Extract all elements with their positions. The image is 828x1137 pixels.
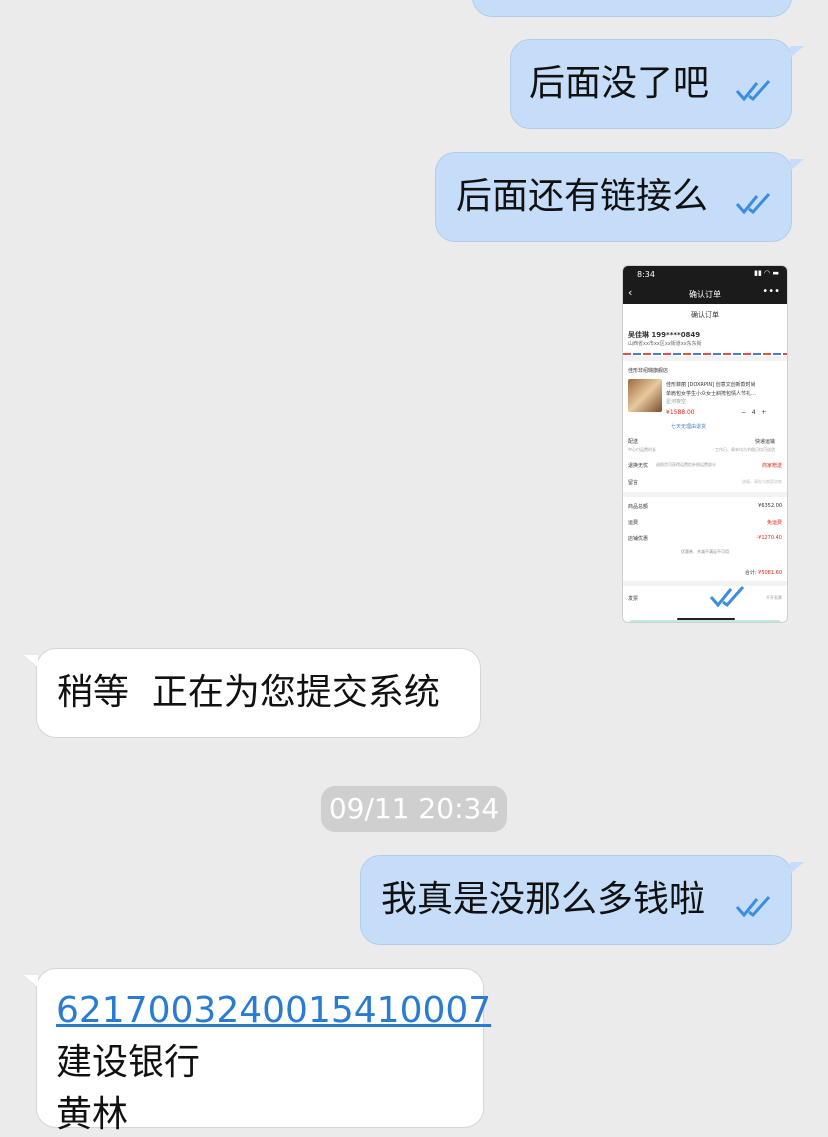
- timestamp-badge: 09/11 20:34: [321, 786, 507, 832]
- screenshot-header: 8:34 ▮▮ ◠ ▬ ‹ 确认订单 •••: [623, 266, 787, 304]
- bubble-tail: [790, 862, 804, 874]
- divider: [623, 581, 787, 586]
- ship-label: 运费: [628, 520, 639, 526]
- account-holder-text: 黄林: [56, 1094, 129, 1135]
- freight-value: 商家赠送: [761, 463, 782, 469]
- sum-value: ¥5081.60: [758, 570, 782, 576]
- service-note: 七天无理由退货: [671, 424, 707, 430]
- delivery-value: 快递运输: [754, 439, 775, 445]
- read-double-check-icon: [735, 193, 771, 215]
- discount-value: -¥1270.40: [756, 535, 782, 541]
- bank-name-text: 建设银行: [56, 1042, 201, 1083]
- sum-label-text: 合计:: [744, 570, 757, 576]
- read-double-check-icon: [709, 586, 745, 608]
- screenshot-name-phone: 吴佳琳 199****0849: [628, 331, 701, 339]
- screenshot-store: 佳形非绍璐旗舰店: [628, 368, 669, 374]
- account-number-link[interactable]: 6217003240015410007: [56, 989, 491, 1033]
- message-text: 稍等 正在为您提交系统: [57, 672, 440, 713]
- qty-value: 4: [751, 409, 756, 416]
- status-time: 8:34: [637, 270, 655, 279]
- incoming-bubble[interactable]: 6217003240015410007 建设银行 黄林: [24, 968, 491, 1135]
- coupon-note: 优惠券、共减不满足不可用: [681, 549, 729, 554]
- address-stripe: [623, 353, 787, 355]
- incoming-bubble[interactable]: 稍等 正在为您提交系统: [24, 648, 481, 738]
- read-double-check-icon: [735, 896, 771, 918]
- delivery-note2: 工作日、周末均与节假日均可送货: [715, 447, 775, 452]
- read-double-check-icon: [735, 80, 771, 102]
- outgoing-bubble[interactable]: 后面没了吧: [510, 39, 804, 129]
- product-title-line2: 单肩包女学生小众女士斜挎包情人节礼…: [666, 391, 757, 397]
- divider: [623, 492, 787, 497]
- outgoing-bubble-clipped[interactable]: [472, 0, 792, 17]
- message-text: 我真是没那么多钱啦: [381, 879, 706, 920]
- outgoing-bubble[interactable]: 我真是没那么多钱啦: [360, 855, 804, 945]
- ship-value: 免运费: [766, 520, 782, 526]
- message-text: 后面没了吧: [529, 63, 710, 104]
- bubble-tail: [790, 46, 804, 58]
- invoice-value: 不开发票: [766, 595, 782, 600]
- status-icons: ▮▮ ◠ ▬: [754, 269, 779, 277]
- more-icon: •••: [762, 286, 780, 297]
- bubble-tail: [24, 975, 38, 987]
- invoice-label: 发票: [628, 596, 639, 602]
- order-screenshot-image[interactable]: 8:34 ▮▮ ◠ ▬ ‹ 确认订单 ••• 确认订单 吴佳琳 199****0…: [622, 265, 788, 623]
- total-value: ¥6352.00: [758, 503, 782, 509]
- screenshot-address: 山西省xx市xx区xx街道xx东东街: [628, 341, 702, 347]
- product-thumbnail: [628, 379, 662, 412]
- submit-bar-partial: [629, 620, 781, 622]
- sum-label: 合计: ¥5081.60: [745, 569, 782, 576]
- qty-stepper[interactable]: − 4 +: [741, 409, 782, 416]
- outgoing-bubble[interactable]: 后面还有链接么: [435, 152, 804, 242]
- bubble-tail: [24, 655, 38, 667]
- bubble-tail: [790, 159, 804, 171]
- divider: [623, 356, 787, 361]
- remark-value: 选填，请先与商家协商: [742, 479, 782, 484]
- screenshot-subtitle: 确认订单: [691, 311, 719, 319]
- message-text: 后面还有链接么: [456, 176, 709, 217]
- product-title-line1: 佳形菲丽 [DOXRPIN] 创意文创新款时尚: [666, 382, 756, 388]
- product-spec: 星河夜空: [666, 399, 687, 405]
